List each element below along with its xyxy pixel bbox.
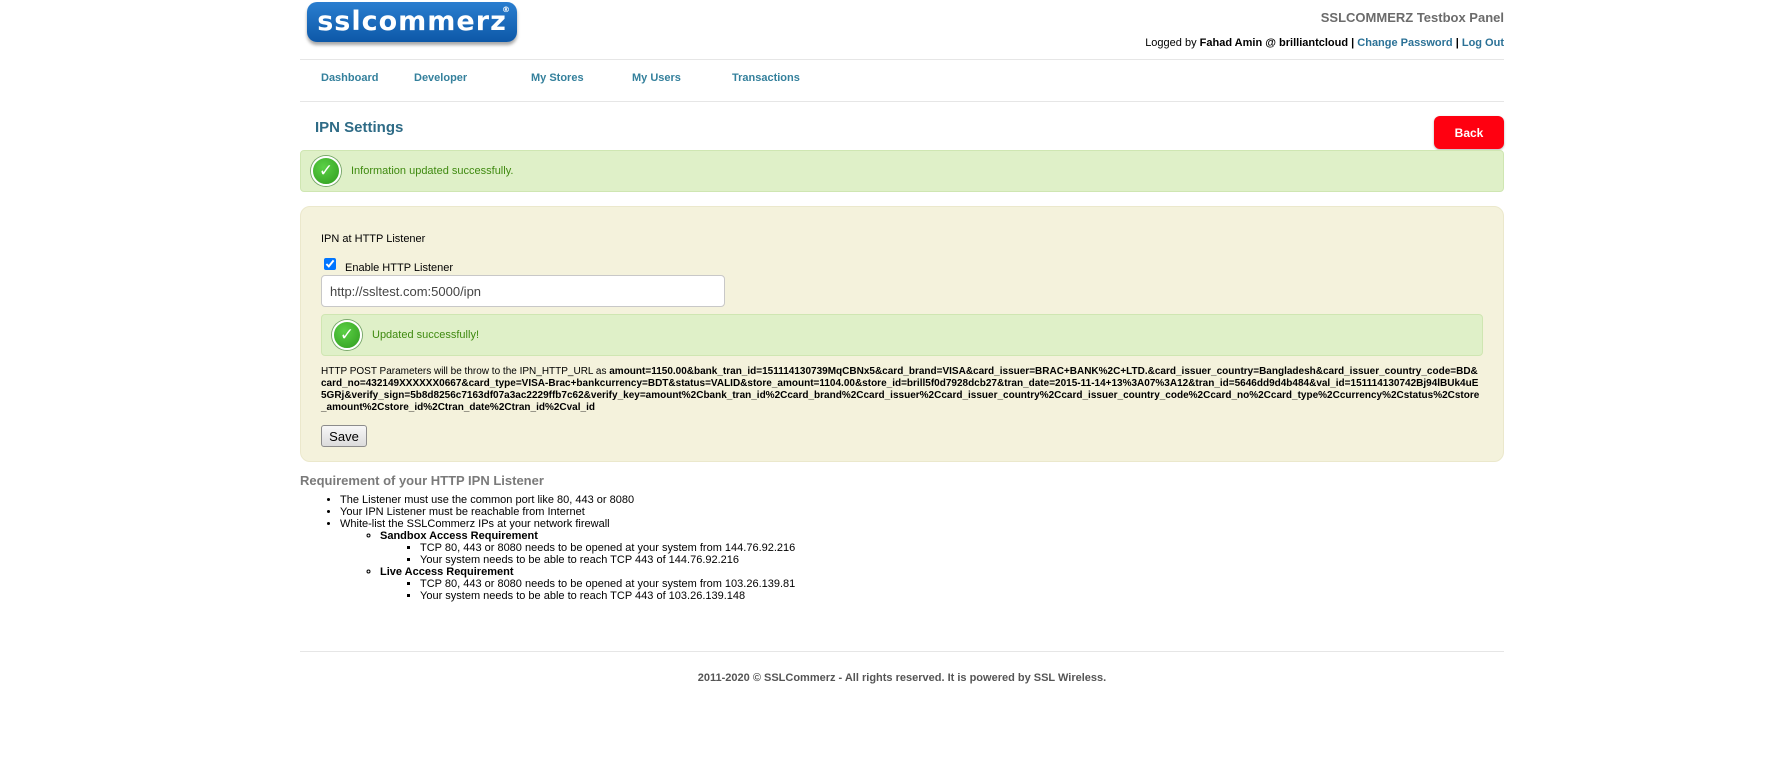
sandbox-title: Sandbox Access Requirement bbox=[380, 530, 538, 542]
live-title: Live Access Requirement bbox=[380, 566, 514, 578]
logged-user: Fahad Amin @ brilliantcloud bbox=[1199, 37, 1349, 49]
enable-http-listener-checkbox[interactable] bbox=[324, 258, 336, 270]
requirements-title: Requirement of your HTTP IPN Listener bbox=[300, 473, 544, 488]
nav-item-transactions[interactable]: Transactions bbox=[732, 72, 800, 84]
save-button[interactable]: Save bbox=[321, 425, 367, 447]
inner-success-message: Updated successfully! bbox=[372, 329, 479, 341]
main-nav: Dashboard Developer My Stores My Users T… bbox=[300, 59, 1504, 102]
live-requirement: Live Access Requirement TCP 80, 443 or 8… bbox=[380, 566, 795, 602]
ipn-url-input[interactable] bbox=[321, 275, 725, 307]
list-item: The Listener must use the common port li… bbox=[340, 494, 795, 506]
list-item: TCP 80, 443 or 8080 needs to be opened a… bbox=[420, 578, 795, 590]
list-item: Your IPN Listener must be reachable from… bbox=[340, 506, 795, 518]
params-prefix: HTTP POST Parameters will be throw to th… bbox=[321, 366, 607, 377]
success-alert: ✓ Information updated successfully. bbox=[300, 150, 1504, 192]
nav-item-my-stores[interactable]: My Stores bbox=[531, 72, 584, 84]
footer-text: 2011-2020 © SSLCommerz - All rights rese… bbox=[697, 672, 1107, 684]
nav-item-my-users[interactable]: My Users bbox=[632, 72, 681, 84]
logged-by-label: Logged by bbox=[1145, 37, 1197, 49]
check-circle-icon: ✓ bbox=[332, 320, 362, 350]
success-message: Information updated successfully. bbox=[351, 165, 514, 177]
sslcommerz-logo[interactable]: sslcommerz ® bbox=[307, 2, 517, 42]
logo-registered-mark: ® bbox=[502, 5, 511, 14]
back-button[interactable]: Back bbox=[1434, 116, 1504, 149]
form-legend: IPN at HTTP Listener bbox=[321, 233, 426, 245]
page-title: IPN Settings bbox=[315, 119, 404, 136]
check-circle-icon: ✓ bbox=[311, 156, 341, 186]
footer: 2011-2020 © SSLCommerz - All rights rese… bbox=[300, 651, 1504, 684]
list-item: Your system needs to be able to reach TC… bbox=[420, 590, 795, 602]
list-item-text: White-list the SSLCommerz IPs at your ne… bbox=[340, 518, 610, 530]
log-out-link[interactable]: Log Out bbox=[1462, 37, 1504, 49]
sandbox-requirement: Sandbox Access Requirement TCP 80, 443 o… bbox=[380, 530, 795, 566]
separator: | bbox=[1351, 37, 1355, 49]
nav-item-developer[interactable]: Developer bbox=[414, 72, 467, 84]
panel-title: SSLCOMMERZ Testbox Panel bbox=[1320, 10, 1504, 25]
nav-item-dashboard[interactable]: Dashboard bbox=[321, 72, 378, 84]
logo-text: sslcommerz bbox=[317, 6, 507, 37]
separator: | bbox=[1455, 37, 1459, 49]
list-item: White-list the SSLCommerz IPs at your ne… bbox=[340, 518, 795, 602]
list-item: TCP 80, 443 or 8080 needs to be opened a… bbox=[420, 542, 795, 554]
list-item: Your system needs to be able to reach TC… bbox=[420, 554, 795, 566]
change-password-link[interactable]: Change Password bbox=[1357, 37, 1452, 49]
inner-success-alert: ✓ Updated successfully! bbox=[321, 314, 1483, 356]
ipn-settings-form: IPN at HTTP Listener Enable HTTP Listene… bbox=[300, 206, 1504, 462]
requirements-list: The Listener must use the common port li… bbox=[300, 494, 795, 602]
login-info: Logged by Fahad Amin @ brilliantcloud | … bbox=[1145, 37, 1504, 49]
post-params-text: HTTP POST Parameters will be throw to th… bbox=[321, 366, 1483, 414]
enable-http-listener-label[interactable]: Enable HTTP Listener bbox=[345, 262, 453, 274]
